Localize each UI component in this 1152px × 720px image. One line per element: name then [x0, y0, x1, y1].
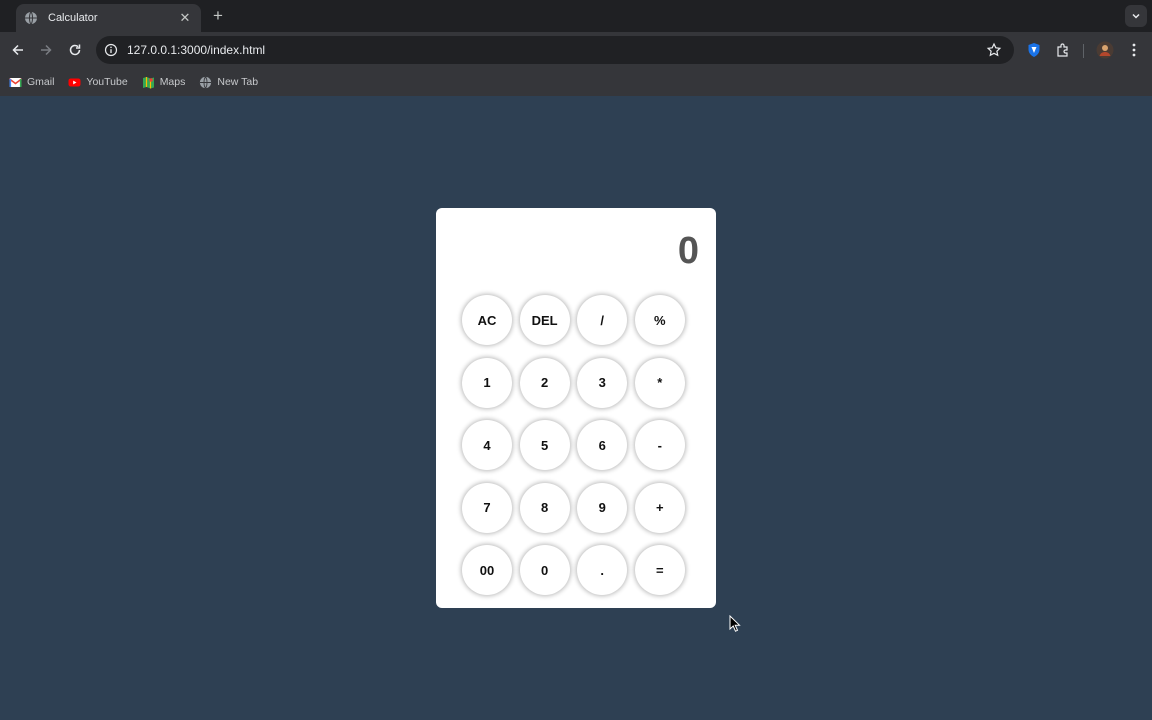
key-subtract[interactable]: - [634, 420, 685, 470]
more-menu-icon[interactable] [1125, 41, 1143, 59]
key-9[interactable]: 9 [577, 482, 628, 533]
calculator: 0 AC DEL / % 1 2 3 * 4 5 6 - 7 8 9 + 00 … [436, 208, 716, 608]
back-icon[interactable] [8, 40, 28, 60]
key-multiply[interactable]: * [634, 357, 685, 408]
mouse-cursor-icon [729, 614, 741, 633]
new-tab-icon[interactable]: + [208, 6, 228, 26]
profile-avatar[interactable] [1096, 41, 1114, 59]
youtube-icon [68, 76, 81, 89]
key-7[interactable]: 7 [462, 482, 512, 533]
key-divide[interactable]: / [577, 295, 628, 345]
key-0[interactable]: 0 [519, 545, 570, 595]
bookmark-label: YouTube [86, 76, 128, 88]
bookmarks-bar: Gmail YouTube Maps New Tab [0, 68, 1152, 96]
calculator-display: 0 [677, 230, 699, 272]
bookmark-star-icon[interactable] [986, 42, 1002, 58]
address-bar[interactable]: 127.0.0.1:3000/index.html [96, 36, 1014, 64]
globe-icon [199, 76, 212, 89]
calculator-keypad: AC DEL / % 1 2 3 * 4 5 6 - 7 8 9 + 00 0 … [462, 295, 685, 595]
browser-toolbar: 127.0.0.1:3000/index.html [0, 32, 1152, 68]
bookmark-label: Maps [159, 76, 186, 88]
key-6[interactable]: 6 [577, 420, 628, 470]
extensions-puzzle-icon[interactable] [1054, 41, 1072, 59]
key-5[interactable]: 5 [519, 420, 570, 470]
key-percent[interactable]: % [634, 295, 685, 345]
bookmark-youtube[interactable]: YouTube [68, 76, 128, 89]
bookmark-gmail[interactable]: Gmail [9, 76, 54, 89]
tab-search-icon[interactable] [1125, 5, 1147, 27]
gmail-icon [9, 76, 22, 89]
close-tab-icon[interactable]: ✕ [177, 10, 193, 26]
key-decimal[interactable]: . [577, 545, 628, 595]
forward-icon[interactable] [36, 40, 56, 60]
bookmark-label: Gmail [27, 76, 55, 88]
key-3[interactable]: 3 [577, 357, 628, 408]
site-info-icon[interactable] [104, 43, 118, 57]
globe-icon [24, 11, 38, 25]
key-2[interactable]: 2 [519, 357, 570, 408]
shield-extension-icon[interactable] [1025, 41, 1043, 59]
tab-strip: Calculator ✕ + [0, 0, 1152, 32]
key-delete[interactable]: DEL [519, 295, 570, 345]
toolbar-divider [1083, 44, 1084, 58]
key-equals[interactable]: = [634, 545, 685, 595]
bookmark-new-tab[interactable]: New Tab [199, 76, 258, 89]
tab-title: Calculator [48, 12, 98, 24]
browser-tab[interactable]: Calculator ✕ [16, 4, 201, 32]
reload-icon[interactable] [65, 40, 85, 60]
url-text: 127.0.0.1:3000/index.html [127, 43, 266, 57]
bookmark-maps[interactable]: Maps [142, 76, 186, 89]
key-1[interactable]: 1 [462, 357, 512, 408]
key-4[interactable]: 4 [462, 420, 512, 470]
key-double-zero[interactable]: 00 [462, 545, 512, 595]
key-8[interactable]: 8 [519, 482, 570, 533]
bookmark-label: New Tab [217, 76, 259, 88]
key-all-clear[interactable]: AC [462, 295, 512, 345]
maps-icon [142, 76, 155, 89]
key-add[interactable]: + [634, 482, 685, 533]
